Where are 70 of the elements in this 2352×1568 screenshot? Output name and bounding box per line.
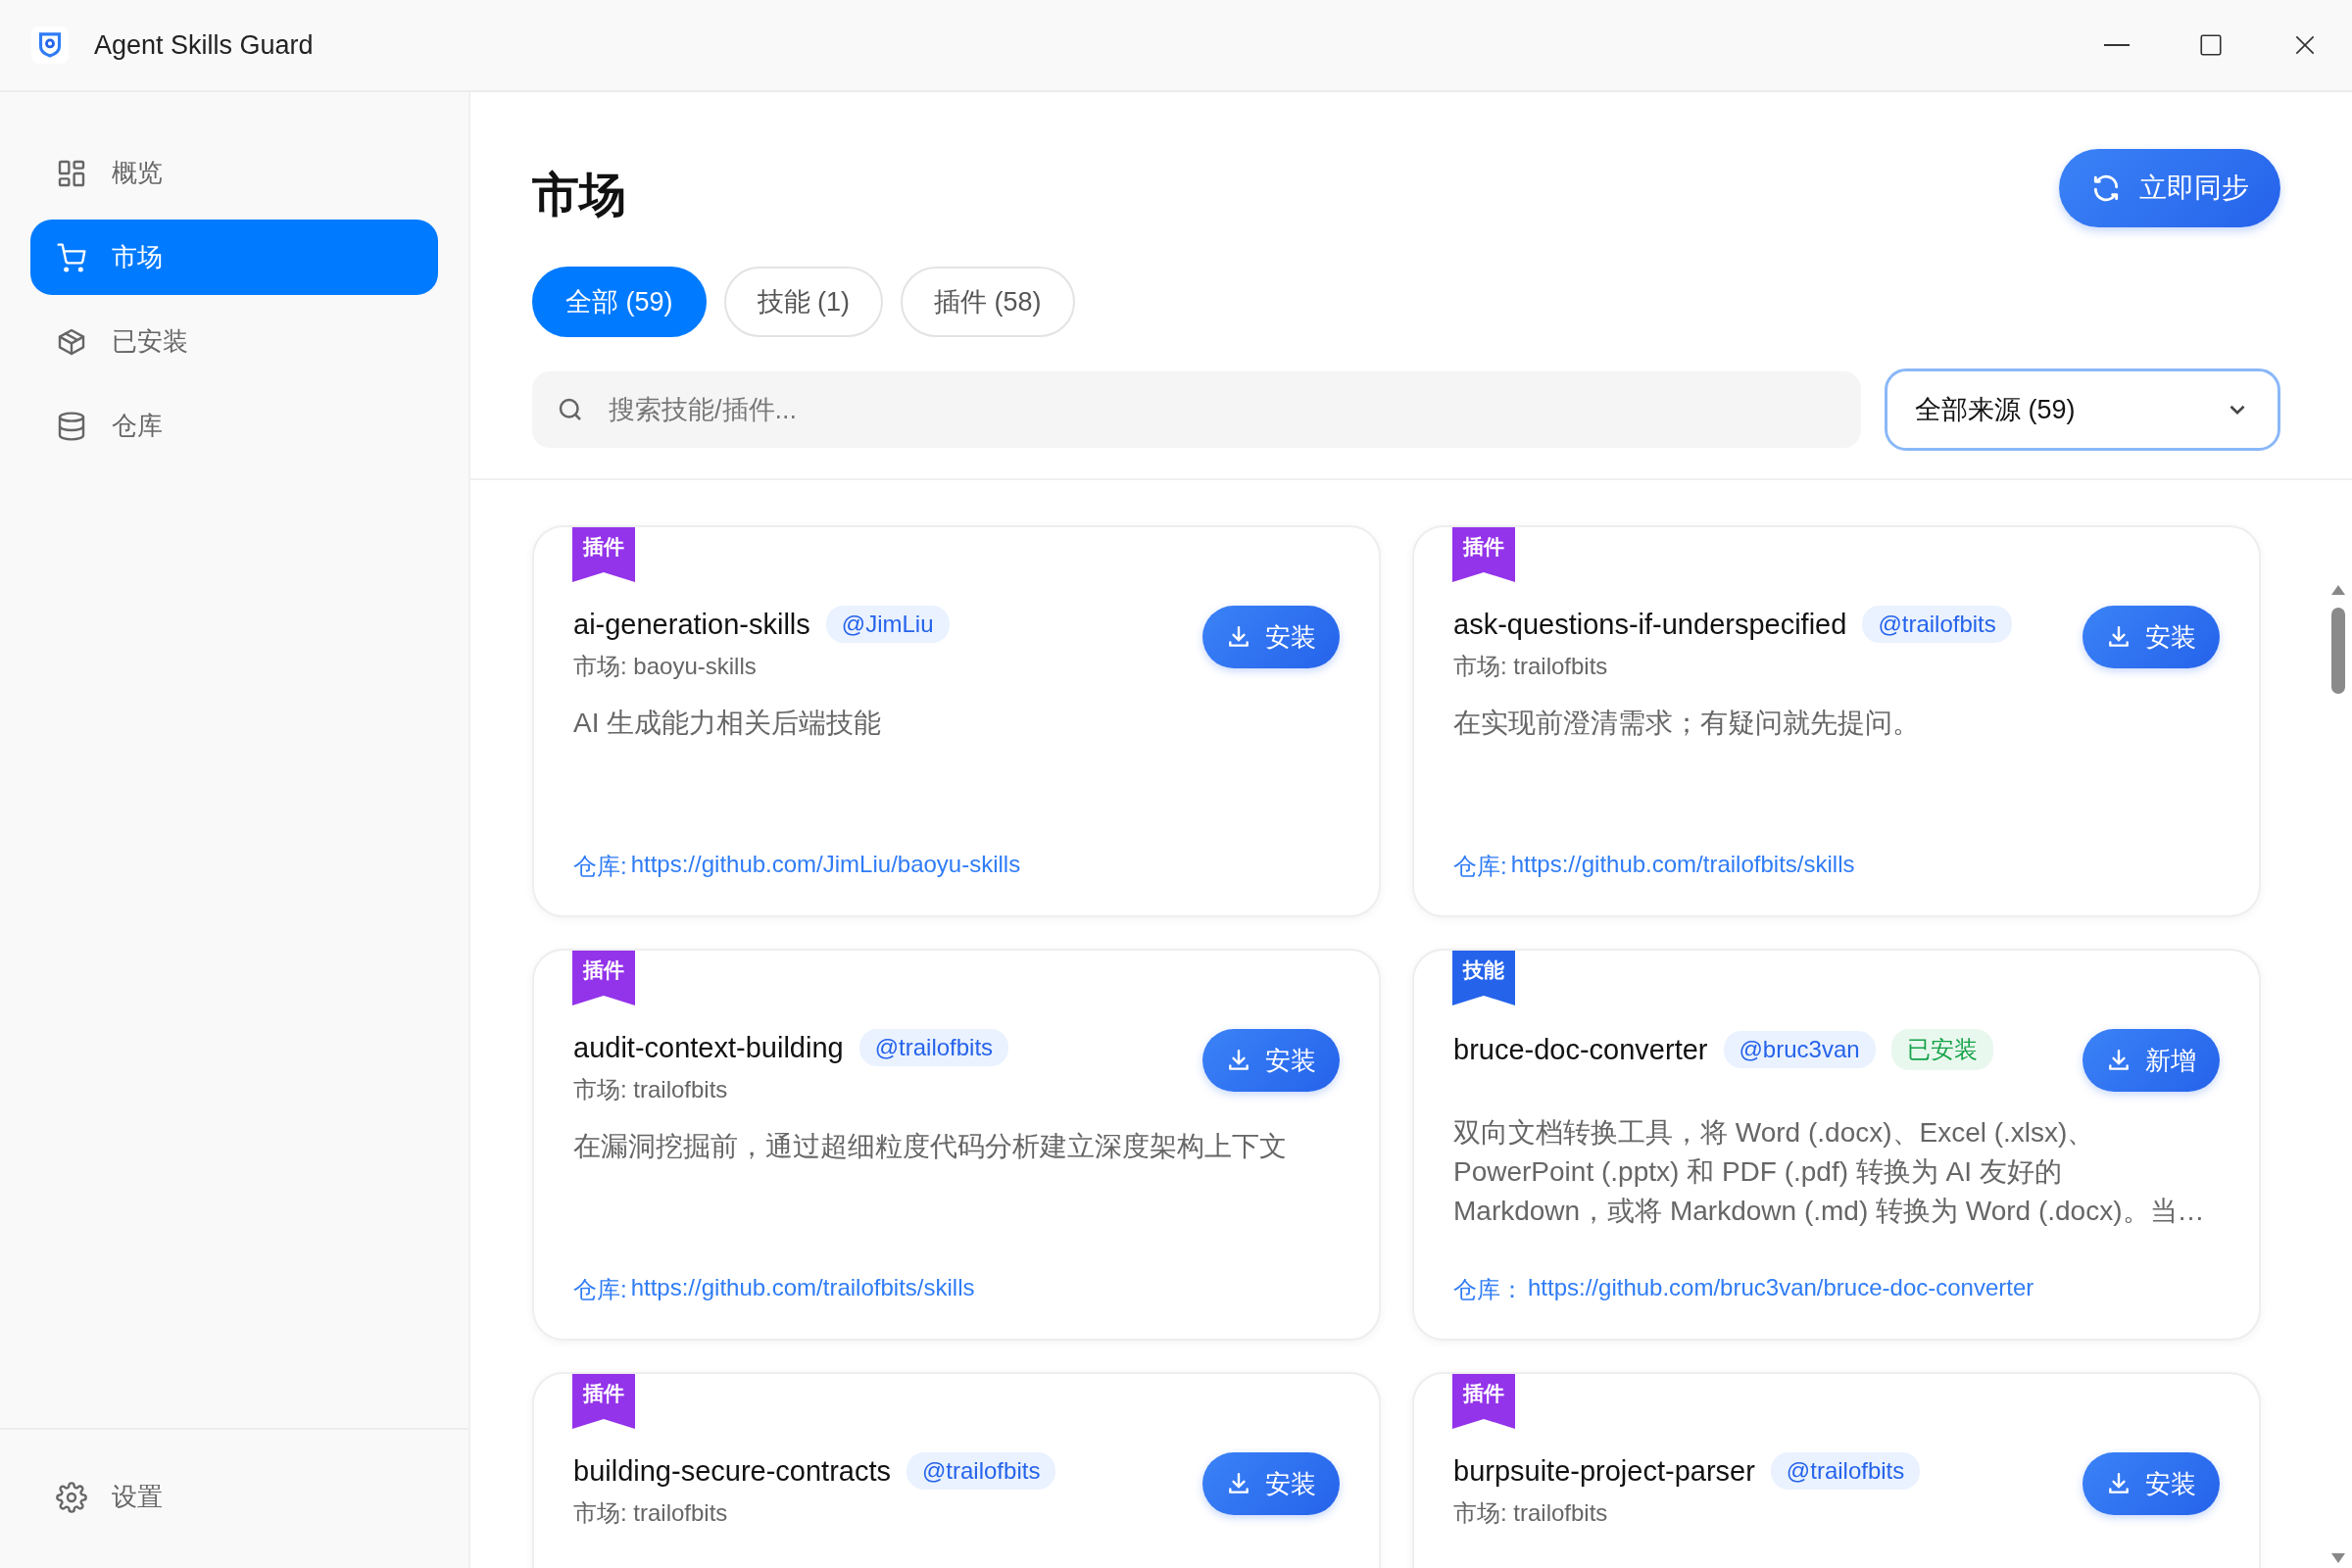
sidebar-item[interactable]: 仓库 <box>30 388 438 464</box>
download-icon <box>2106 1471 2132 1496</box>
install-button[interactable]: 安装 <box>1202 1029 1340 1092</box>
repo-label: 仓库： <box>1453 1275 1524 1304</box>
settings-item[interactable]: 设置 <box>30 1459 188 1535</box>
sidebar-item[interactable]: 概览 <box>30 135 438 211</box>
author-tag: @JimLiu <box>825 606 950 643</box>
repo-link[interactable]: https://github.com/bruc3van/bruce-doc-converter <box>1528 1274 2034 1305</box>
author-tag: @trailofbits <box>1770 1452 1921 1490</box>
download-icon <box>2106 624 2132 650</box>
tag-ribbon: 插件 <box>1452 1374 1515 1429</box>
skill-name: burpsuite-project-parser <box>1453 1454 1755 1488</box>
repo-link[interactable]: https://github.com/trailofbits/skills <box>630 1274 975 1305</box>
skill-name: ai-generation-skills <box>573 608 810 641</box>
repo-link[interactable]: https://github.com/JimLiu/baoyu-skills <box>630 851 1021 882</box>
description: AI 生成能力相关后端技能 <box>573 707 883 740</box>
install-button[interactable]: 安装 <box>2082 606 2220 668</box>
repo-label: 仓库: <box>573 1275 627 1304</box>
market-label: 市场: trailofbits <box>573 1498 729 1528</box>
tag-ribbon: 技能 <box>1452 951 1515 1005</box>
author-tag: @trailofbits <box>906 1452 1056 1490</box>
scroll-down-icon[interactable] <box>2330 1552 2346 1564</box>
author-tag: @bruc3van <box>1723 1031 1876 1068</box>
repo-link[interactable]: https://github.com/trailofbits/skills <box>1510 851 1855 882</box>
sidebar-item[interactable]: 已安装 <box>30 304 438 379</box>
description: 在漏洞挖掘前，通过超细粒度代码分析建立深度架构上下文 <box>573 1130 1288 1163</box>
tag-ribbon: 插件 <box>572 951 635 1005</box>
tag-ribbon: 插件 <box>572 1374 635 1429</box>
install-button[interactable]: 新增 <box>2082 1029 2220 1092</box>
filter-tab[interactable]: 技能 (1) <box>723 267 884 337</box>
sidebar-item[interactable]: 市场 <box>30 220 438 295</box>
market-label: 市场: trailofbits <box>573 1075 729 1104</box>
market-label: 市场: trailofbits <box>1453 1498 1609 1528</box>
tag-ribbon: 插件 <box>1452 527 1515 582</box>
scrollbar-thumb[interactable] <box>2331 608 2345 694</box>
maximize-icon <box>2198 32 2224 58</box>
author-tag: @trailofbits <box>1862 606 2012 643</box>
minimize-icon <box>2104 44 2130 46</box>
filter-tab[interactable]: 全部 (59) <box>532 267 707 337</box>
download-icon <box>1226 1048 1251 1073</box>
download-icon <box>2106 1048 2132 1073</box>
tag-ribbon: 插件 <box>572 527 635 582</box>
author-tag: @trailofbits <box>858 1029 1009 1066</box>
install-button[interactable]: 安装 <box>1202 1452 1340 1515</box>
repo-label: 仓库: <box>1453 852 1507 881</box>
install-button[interactable]: 安装 <box>1202 606 1340 668</box>
window-title: Agent Skills Guard <box>94 29 315 61</box>
page-title: 市场 <box>532 168 626 222</box>
shield-logo-icon <box>31 26 69 64</box>
cart-icon <box>56 241 87 273</box>
download-icon <box>1226 624 1251 650</box>
market-label: 市场: trailofbits <box>1453 652 1609 681</box>
source-dropdown[interactable]: 全部来源 (59) <box>1885 368 2280 451</box>
filter-tab[interactable]: 插件 (58) <box>901 267 1075 337</box>
settings-icon <box>56 1481 87 1513</box>
description: 在实现前澄清需求；有疑问就先提问。 <box>1453 707 1921 740</box>
download-icon <box>1226 1471 1251 1496</box>
database-icon <box>56 410 87 442</box>
skill-name: ask-questions-if-underspecified <box>1453 608 1847 641</box>
skill-name: bruce-doc-converter <box>1453 1033 1708 1066</box>
installed-badge: 已安装 <box>1890 1029 1993 1070</box>
skill-name: building-secure-contracts <box>573 1454 891 1488</box>
scroll-up-icon[interactable] <box>2330 584 2346 596</box>
market-label: 市场: baoyu-skills <box>573 652 758 681</box>
sync-button[interactable]: 立即同步 <box>2059 149 2280 227</box>
skill-name: audit-context-building <box>573 1031 844 1064</box>
search-field[interactable]: 搜索技能/插件... <box>532 371 1861 448</box>
description: 双向文档转换工具，将 Word (.docx)、Excel (.xlsx)、PowerPoint (.pptx) 和 PDF (.pdf) 转换为 AI 友好的 Markdown，或将 Markdown (.md) 转换为 Word (.docx)。当… <box>1453 1116 2206 1228</box>
install-button[interactable]: 安装 <box>2082 1452 2220 1515</box>
repo-label: 仓库: <box>573 852 627 881</box>
